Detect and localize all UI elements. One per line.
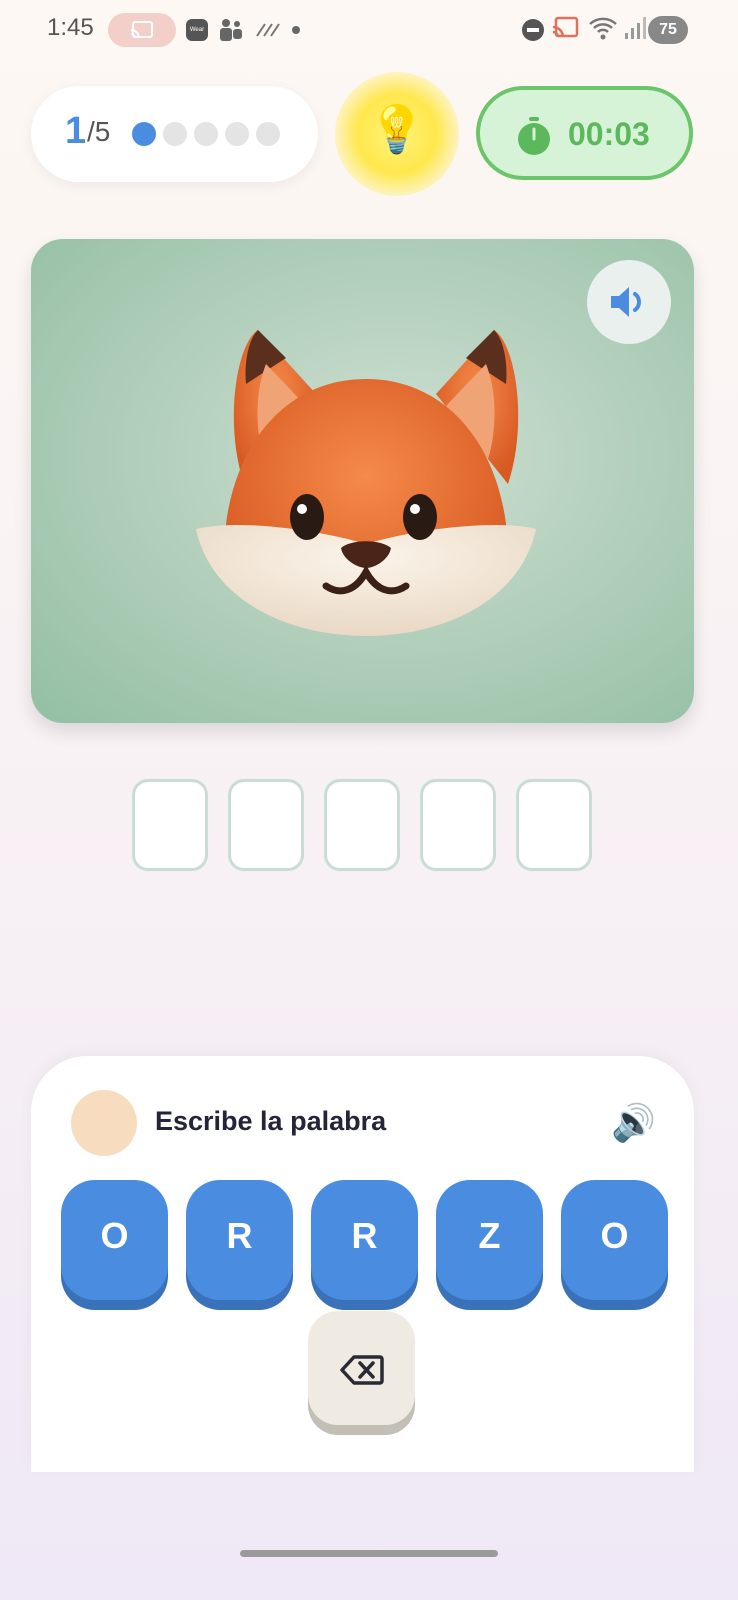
letter-key[interactable]: R [186,1180,293,1300]
status-time: 1:45 [47,14,94,41]
stopwatch-icon [518,117,550,155]
answer-slot[interactable] [420,779,496,871]
status-bar: 1:45 Wear 75 [0,0,738,60]
lightbulb-icon: 💡 [368,102,426,156]
timer-value: 00:03 [568,116,650,152]
answer-slot[interactable] [516,779,592,871]
screen-cast-indicator[interactable] [108,13,176,47]
keyboard-panel: Escribe la palabra 🔊 ORRZO [31,1056,694,1472]
answer-slot[interactable] [228,779,304,871]
teams-icon [220,19,242,41]
progress-indicator: 1 /5 [31,86,318,182]
home-indicator[interactable] [240,1550,498,1557]
letter-keys: ORRZO [61,1180,668,1300]
answer-slot[interactable] [324,779,400,871]
wear-os-icon: Wear [186,19,208,41]
letter-key[interactable]: R [311,1180,418,1300]
backspace-button[interactable] [308,1311,415,1425]
progress-dot [163,122,187,146]
instruction-speaker-icon[interactable]: 🔊 [611,1102,656,1144]
progress-dots [132,122,280,146]
speaker-icon [611,287,641,317]
battery-indicator: 75 [648,16,688,44]
stripes-icon [256,23,280,37]
word-image-card [31,239,694,723]
answer-slots [132,779,592,871]
progress-dot [194,122,218,146]
progress-dot [256,122,280,146]
progress-dot [132,122,156,146]
instruction-title: Escribe la palabra [155,1106,387,1136]
progress-total: /5 [87,116,111,147]
fox-face-icon [196,330,536,636]
cast-active-icon [552,16,579,38]
hint-button[interactable]: 💡 [335,72,459,196]
timer: 00:03 [476,86,693,180]
backspace-icon [340,1355,384,1385]
letter-key[interactable]: O [61,1180,168,1300]
avatar [71,1090,137,1156]
do-not-disturb-icon [522,19,544,41]
play-audio-button[interactable] [587,260,671,344]
cast-icon [130,21,153,39]
progress-current: 1 [65,110,87,152]
progress-dot [225,122,249,146]
answer-slot[interactable] [132,779,208,871]
signal-icon [625,17,646,39]
letter-key[interactable]: Z [436,1180,543,1300]
wifi-icon [589,17,617,40]
more-notifications-icon [292,26,300,34]
letter-key[interactable]: O [561,1180,668,1300]
